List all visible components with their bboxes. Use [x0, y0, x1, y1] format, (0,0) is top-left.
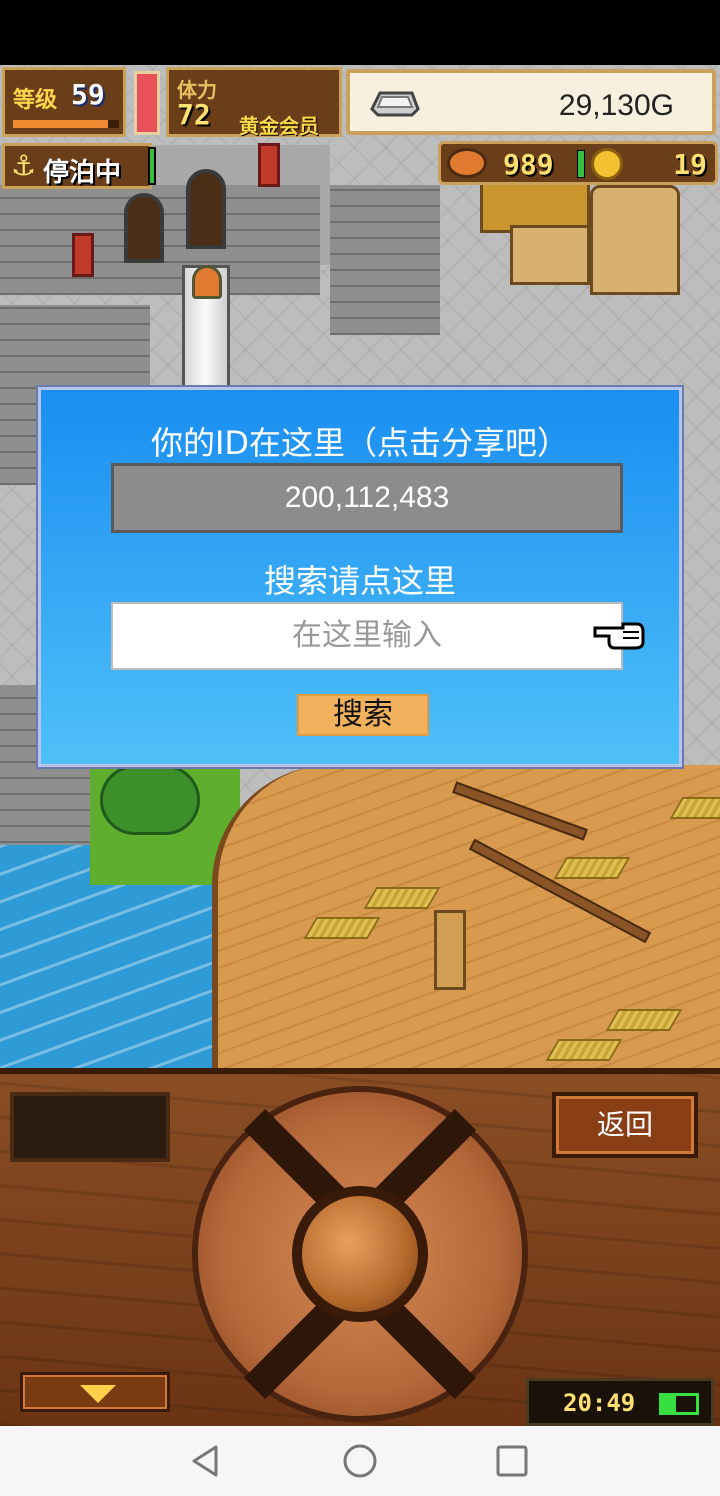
level-progress-fill	[13, 120, 109, 128]
system-nav-bar	[0, 1426, 720, 1496]
deck-grate	[605, 1009, 683, 1031]
back-nav-icon[interactable]	[188, 1443, 224, 1479]
anchor-icon: ⚓	[11, 149, 37, 182]
chevron-down-icon	[80, 1385, 116, 1403]
gold-panel[interactable]: 29,130G	[346, 69, 716, 135]
back-button[interactable]: 返回	[552, 1092, 698, 1158]
dock-status-badge: ⚓ 停泊中	[2, 143, 152, 189]
stamina-gauge	[134, 71, 160, 135]
ingot-icon	[370, 91, 420, 117]
empty-slot	[10, 1092, 170, 1162]
mooring-post	[434, 910, 466, 990]
coin-value: 19	[673, 148, 707, 181]
level-label: 等级	[13, 88, 58, 113]
deck-grate	[553, 857, 631, 879]
pointer-icon	[593, 622, 645, 650]
dock-status-label: 停泊中	[43, 158, 122, 188]
hud: 等级 59 体力 72 黄金会员 29,130G ⚓ 停泊中 989 19	[0, 65, 720, 190]
search-hint: 搜索请点这里	[263, 562, 456, 600]
stamina-panel: 体力 72 黄金会员	[166, 67, 342, 138]
search-input[interactable]: 在这里输入	[111, 602, 623, 670]
tower-house	[590, 185, 680, 295]
battery-icon	[659, 1393, 699, 1415]
deck-grate	[363, 887, 441, 909]
clock-panel: 20:49	[526, 1378, 714, 1426]
coin-icon	[591, 148, 623, 180]
deck-grate	[545, 1039, 623, 1061]
recents-nav-icon[interactable]	[494, 1443, 530, 1479]
gold-value: 29,130G	[558, 89, 674, 122]
stamina-gauge-fill	[137, 74, 157, 132]
food-value: 989	[503, 148, 554, 181]
search-button[interactable]: 搜索	[297, 694, 429, 736]
menu-toggle-button[interactable]	[20, 1372, 170, 1412]
stamina-value: 72	[177, 98, 211, 131]
house	[510, 225, 590, 285]
battery-level-fill	[662, 1396, 676, 1412]
deck-grate	[303, 917, 381, 939]
vip-label: 黄金会员	[239, 114, 319, 138]
id-dialog: 你的ID在这里（点击分享吧） 200,112,483 搜索请点这里 在这里输入 …	[38, 387, 682, 767]
level-value: 59	[71, 78, 105, 111]
dialog-title[interactable]: 你的ID在这里（点击分享吧）	[41, 418, 679, 464]
castle-door	[124, 193, 164, 263]
directional-pad[interactable]	[192, 1086, 528, 1422]
level-progress-bar	[13, 120, 119, 128]
level-panel: 等级 59	[2, 67, 126, 137]
dpad-center-button[interactable]	[292, 1186, 428, 1322]
player-id-display[interactable]: 200,112,483	[111, 463, 623, 533]
control-panel: 返回 20:49	[0, 1068, 720, 1426]
red-banner	[72, 233, 94, 277]
lighthouse-top	[192, 265, 222, 299]
home-nav-icon[interactable]	[342, 1443, 378, 1479]
clock-time: 20:49	[563, 1389, 636, 1417]
food-indicator	[577, 150, 585, 178]
tree	[100, 765, 200, 835]
food-icon	[447, 148, 487, 178]
stone-tower	[330, 185, 440, 335]
dock-indicator	[148, 147, 156, 185]
resource-panel: 989 19	[438, 141, 718, 185]
